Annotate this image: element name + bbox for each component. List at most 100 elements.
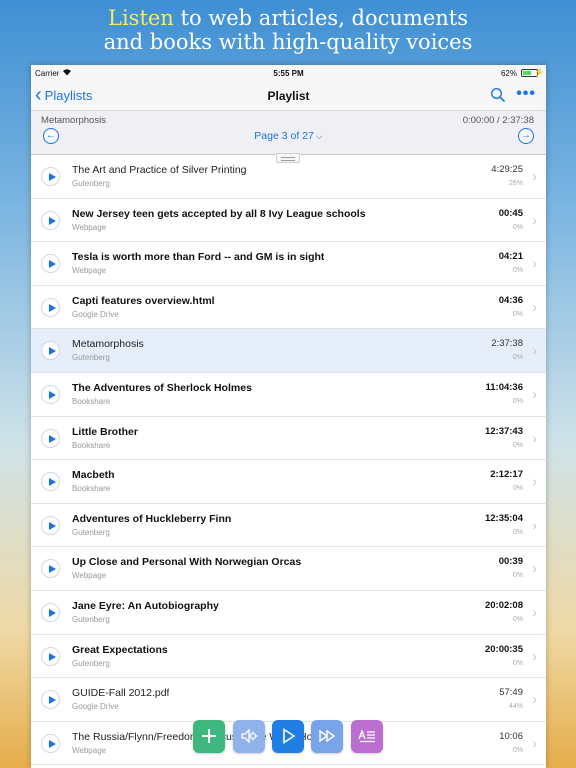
back-button[interactable]: ‹ Playlists [35, 85, 93, 105]
list-item[interactable]: Great Expectations Gutenberg 20:00:35 0% › [31, 634, 546, 679]
item-progress: 0% [512, 354, 523, 362]
item-source: Webpage [72, 571, 107, 581]
chevron-right-icon: › [532, 255, 537, 272]
item-source: Bookshare [72, 440, 111, 450]
chevron-right-icon: › [532, 298, 537, 315]
chevron-right-icon: › [532, 211, 537, 228]
item-progress: 0% [512, 659, 523, 667]
back-label: Playlists [44, 87, 93, 103]
item-progress: 0% [512, 485, 523, 493]
item-progress: 0% [512, 441, 523, 449]
page-selector[interactable]: Page 3 of 27 ⌵ [31, 130, 546, 142]
app-window: Carrier 5:55 PM 62% ⚡ ‹ Playlists Playli… [31, 65, 546, 768]
play-icon[interactable] [41, 559, 60, 579]
list-item[interactable]: Metamorphosis Gutenberg 2:37:38 0% › [31, 329, 546, 373]
next-page-button[interactable]: → [518, 128, 534, 144]
play-icon[interactable] [41, 646, 60, 666]
play-icon[interactable] [41, 254, 60, 274]
plus-icon [202, 729, 216, 743]
item-title: Jane Eyre: An Autobiography [72, 599, 219, 612]
headline-line2: and books with high-quality voices [103, 30, 473, 54]
speaker-settings-icon [241, 728, 258, 744]
list-item[interactable]: New Jersey teen gets accepted by all 8 I… [31, 198, 546, 243]
item-progress: 44% [508, 703, 523, 711]
play-icon [283, 728, 296, 744]
list-item[interactable]: Up Close and Personal With Norwegian Orc… [31, 547, 546, 591]
voice-settings-button[interactable] [233, 720, 265, 753]
play-icon[interactable] [41, 428, 60, 448]
play-icon[interactable] [41, 733, 60, 753]
play-icon[interactable] [41, 341, 60, 361]
fast-forward-button[interactable] [311, 720, 343, 753]
status-bar: Carrier 5:55 PM 62% ⚡ [31, 65, 546, 81]
item-source: Gutenberg [72, 614, 110, 624]
item-duration: 20:00:35 [484, 643, 523, 655]
chevron-right-icon: › [532, 429, 537, 446]
chevron-right-icon: › [532, 516, 537, 533]
play-icon[interactable] [41, 515, 60, 535]
item-source: Google Drive [72, 702, 119, 712]
chevron-right-icon: › [532, 603, 537, 620]
add-button[interactable] [193, 720, 225, 753]
chevron-down-icon: ⌵ [315, 131, 323, 141]
item-source: Gutenberg [72, 658, 110, 668]
list-item[interactable]: Capti features overview.html Google Drive… [31, 285, 546, 330]
item-progress: 0% [512, 615, 523, 623]
item-source: Webpage [72, 745, 107, 755]
item-duration: 4:29:25 [491, 164, 523, 175]
fast-forward-icon [319, 729, 336, 743]
item-title: Metamorphosis [72, 338, 144, 351]
list-item[interactable]: Adventures of Huckleberry Finn Gutenberg 1… [31, 503, 546, 548]
item-title: Up Close and Personal With Norwegian Orc… [72, 556, 302, 569]
chevron-right-icon: › [532, 385, 537, 402]
headline-line1: to web articles, documents [173, 6, 468, 30]
item-title: GUIDE-Fall 2012.pdf [72, 687, 170, 700]
headline-accent: Listen [108, 6, 174, 30]
list-item[interactable]: Little Brother Bookshare 12:37:43 0% › [31, 416, 546, 461]
list-item[interactable]: The Adventures of Sherlock Holmes Booksha… [31, 372, 546, 417]
list-item[interactable]: Tesla is worth more than Ford -- and GM … [31, 242, 546, 286]
text-view-icon [358, 729, 375, 743]
list-item[interactable]: Jane Eyre: An Autobiography Gutenberg 20:0… [31, 590, 546, 635]
item-progress: 0% [512, 572, 523, 580]
list-item[interactable]: Macbeth Bookshare 2:12:17 0% › [31, 460, 546, 504]
item-duration: 10:06 [499, 730, 523, 742]
item-title: The Adventures of Sherlock Holmes [72, 381, 252, 394]
item-duration: 11:04:36 [485, 381, 523, 393]
drag-handle[interactable] [276, 153, 300, 163]
play-button[interactable] [272, 720, 304, 753]
item-source: Webpage [72, 266, 107, 276]
list-item[interactable]: GUIDE-Fall 2012.pdf Google Drive 57:49 44% › [31, 678, 546, 722]
text-view-button[interactable] [351, 720, 383, 753]
charging-icon: ⚡ [534, 68, 544, 77]
chevron-right-icon: › [532, 342, 537, 359]
play-icon[interactable] [41, 167, 60, 186]
chevron-right-icon: › [532, 691, 537, 708]
now-playing-title: Metamorphosis [41, 115, 106, 126]
play-icon[interactable] [41, 602, 60, 622]
item-duration: 12:35:04 [484, 512, 523, 524]
play-icon[interactable] [41, 384, 60, 404]
play-icon[interactable] [41, 210, 60, 230]
play-icon[interactable] [41, 297, 60, 317]
page-title: Playlist [267, 89, 310, 103]
chevron-right-icon: › [532, 734, 537, 751]
item-source: Gutenberg [72, 179, 110, 188]
chevron-right-icon: › [532, 168, 537, 184]
item-source: Gutenberg [72, 353, 110, 363]
search-icon[interactable] [490, 87, 506, 103]
more-icon[interactable]: ••• [516, 85, 536, 103]
play-icon[interactable] [41, 472, 60, 492]
item-title: Adventures of Huckleberry Finn [72, 512, 232, 525]
chevron-right-icon: › [532, 647, 537, 664]
status-time: 5:55 PM [273, 69, 304, 78]
item-duration: 00:39 [498, 556, 523, 568]
item-progress: 0% [512, 223, 523, 231]
play-icon[interactable] [41, 690, 60, 710]
floating-toolbar [193, 720, 383, 754]
item-progress: 0% [512, 528, 523, 536]
item-duration: 12:37:43 [484, 425, 523, 437]
playback-time: 0:00:00 / 2:37:38 [462, 115, 534, 126]
item-duration: 04:36 [498, 294, 523, 306]
item-title: Little Brother [72, 425, 138, 438]
